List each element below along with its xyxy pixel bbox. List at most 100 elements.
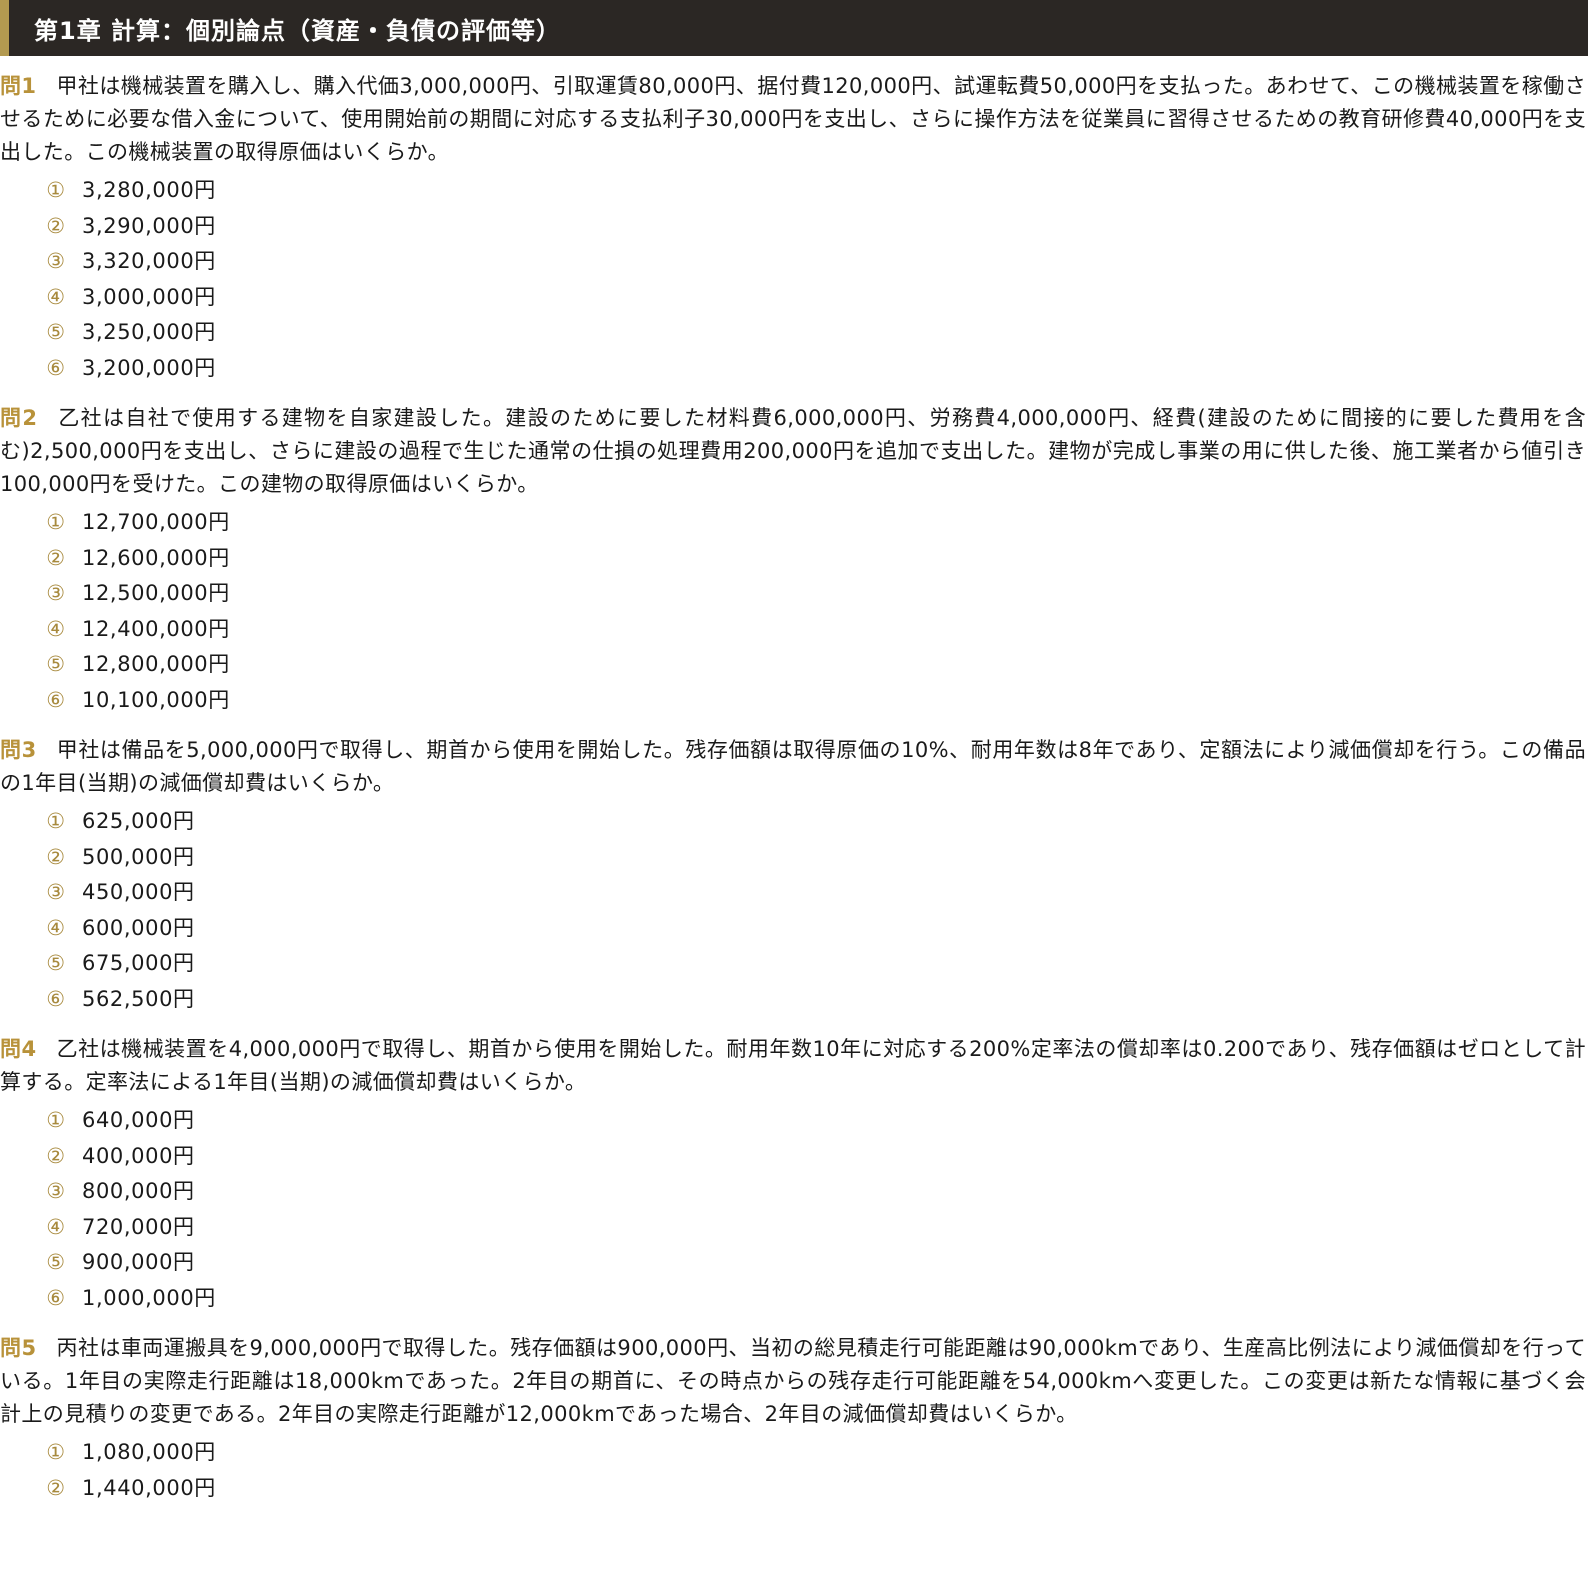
choice-item[interactable]: ③ 3,320,000円 bbox=[44, 244, 1588, 280]
choice-text: 1,440,000円 bbox=[82, 1475, 216, 1500]
choice-text: 3,290,000円 bbox=[82, 213, 216, 238]
choice-item[interactable]: ① 625,000円 bbox=[44, 804, 1588, 840]
choice-text: 3,000,000円 bbox=[82, 284, 216, 309]
choice-item[interactable]: ⑥ 3,200,000円 bbox=[44, 351, 1588, 387]
question-body: 乙社は機械装置を4,000,000円で取得し、期首から使用を開始した。耐用年数1… bbox=[0, 1037, 1586, 1094]
choice-number: ⑥ bbox=[46, 986, 66, 1011]
question-block: 問4 乙社は機械装置を4,000,000円で取得し、期首から使用を開始した。耐用年… bbox=[0, 1033, 1588, 1316]
choice-item[interactable]: ④ 3,000,000円 bbox=[44, 280, 1588, 316]
choice-item[interactable]: ② 500,000円 bbox=[44, 840, 1588, 876]
choice-item[interactable]: ③ 12,500,000円 bbox=[44, 576, 1588, 612]
question-block: 問1 甲社は機械装置を購入し、購入代価3,000,000円、引取運賃80,000円… bbox=[0, 70, 1588, 386]
choice-list: ① 1,080,000円 ② 1,440,000円 bbox=[0, 1435, 1588, 1506]
choice-list: ① 625,000円 ② 500,000円 ③ 450,000円 ④ 600,000円 ⑤ 675… bbox=[0, 804, 1588, 1017]
question-text: 問3 甲社は備品を5,000,000円で取得し、期首から使用を開始した。残存価額は… bbox=[0, 734, 1588, 800]
choice-text: 900,000円 bbox=[82, 1250, 195, 1274]
choice-text: 400,000円 bbox=[82, 1143, 195, 1168]
choice-item[interactable]: ③ 450,000円 bbox=[44, 875, 1588, 911]
choice-text: 1,080,000円 bbox=[82, 1440, 216, 1464]
choice-text: 3,200,000円 bbox=[82, 355, 216, 380]
choice-number: ④ bbox=[46, 284, 66, 309]
choice-number: ② bbox=[46, 213, 66, 238]
choice-list: ① 640,000円 ② 400,000円 ③ 800,000円 ④ 720,000円 ⑤ 900… bbox=[0, 1103, 1588, 1316]
choice-text: 10,100,000円 bbox=[82, 687, 230, 712]
choice-text: 500,000円 bbox=[82, 844, 195, 869]
choice-item[interactable]: ② 3,290,000円 bbox=[44, 209, 1588, 245]
question-block: 問5 丙社は車両運搬具を9,000,000円で取得した。残存価額は900,000円… bbox=[0, 1332, 1588, 1506]
choice-number: ③ bbox=[46, 249, 66, 273]
choice-text: 3,250,000円 bbox=[82, 320, 216, 344]
choice-text: 625,000円 bbox=[82, 809, 195, 833]
question-label: 問2 bbox=[0, 406, 38, 430]
choice-item[interactable]: ② 1,440,000円 bbox=[44, 1471, 1588, 1507]
choice-item[interactable]: ⑤ 3,250,000円 bbox=[44, 315, 1588, 351]
choice-text: 640,000円 bbox=[82, 1108, 195, 1132]
choice-text: 12,700,000円 bbox=[82, 510, 230, 534]
choice-number: ⑤ bbox=[46, 1250, 66, 1274]
question-label: 問3 bbox=[0, 738, 37, 762]
choice-item[interactable]: ⑤ 900,000円 bbox=[44, 1245, 1588, 1281]
question-body: 甲社は機械装置を購入し、購入代価3,000,000円、引取運賃80,000円、据… bbox=[0, 74, 1586, 164]
question-list: 問1 甲社は機械装置を購入し、購入代価3,000,000円、引取運賃80,000円… bbox=[0, 56, 1588, 1506]
choice-text: 562,500円 bbox=[82, 986, 195, 1011]
choice-item[interactable]: ④ 600,000円 bbox=[44, 911, 1588, 947]
choice-text: 1,000,000円 bbox=[82, 1285, 216, 1310]
choice-text: 12,600,000円 bbox=[82, 545, 230, 570]
choice-number: ② bbox=[46, 844, 66, 869]
choice-number: ① bbox=[46, 1440, 66, 1464]
choice-text: 800,000円 bbox=[82, 1179, 195, 1203]
choice-text: 720,000円 bbox=[82, 1214, 195, 1239]
choice-number: ③ bbox=[46, 880, 66, 904]
choice-text: 675,000円 bbox=[82, 951, 195, 975]
choice-number: ⑤ bbox=[46, 652, 66, 676]
question-text: 問2 乙社は自社で使用する建物を自家建設した。建設のために要した材料費6,000,… bbox=[0, 402, 1588, 501]
choice-number: ① bbox=[46, 809, 66, 833]
chapter-title: 第1章 計算：個別論点（資産・負債の評価等） bbox=[34, 16, 562, 45]
choice-item[interactable]: ① 12,700,000円 bbox=[44, 505, 1588, 541]
choice-number: ③ bbox=[46, 1179, 66, 1203]
choice-number: ⑤ bbox=[46, 320, 66, 344]
question-text: 問4 乙社は機械装置を4,000,000円で取得し、期首から使用を開始した。耐用年… bbox=[0, 1033, 1588, 1099]
choice-number: ⑥ bbox=[46, 687, 66, 712]
choice-item[interactable]: ⑤ 675,000円 bbox=[44, 946, 1588, 982]
question-text: 問5 丙社は車両運搬具を9,000,000円で取得した。残存価額は900,000円… bbox=[0, 1332, 1588, 1431]
choice-text: 12,800,000円 bbox=[82, 652, 230, 676]
choice-number: ⑤ bbox=[46, 951, 66, 975]
question-label: 問4 bbox=[0, 1037, 37, 1061]
choice-item[interactable]: ① 640,000円 bbox=[44, 1103, 1588, 1139]
choice-number: ④ bbox=[46, 1214, 66, 1239]
choice-number: ① bbox=[46, 1108, 66, 1132]
question-block: 問3 甲社は備品を5,000,000円で取得し、期首から使用を開始した。残存価額は… bbox=[0, 734, 1588, 1017]
choice-item[interactable]: ⑥ 10,100,000円 bbox=[44, 683, 1588, 719]
choice-number: ② bbox=[46, 1143, 66, 1168]
choice-item[interactable]: ④ 12,400,000円 bbox=[44, 612, 1588, 648]
question-block: 問2 乙社は自社で使用する建物を自家建設した。建設のために要した材料費6,000,… bbox=[0, 402, 1588, 718]
choice-item[interactable]: ③ 800,000円 bbox=[44, 1174, 1588, 1210]
choice-text: 12,500,000円 bbox=[82, 581, 230, 605]
choice-text: 3,280,000円 bbox=[82, 178, 216, 202]
choice-list: ① 12,700,000円 ② 12,600,000円 ③ 12,500,000円 ④ 12,… bbox=[0, 505, 1588, 718]
choice-item[interactable]: ④ 720,000円 bbox=[44, 1210, 1588, 1246]
choice-item[interactable]: ② 400,000円 bbox=[44, 1139, 1588, 1175]
question-text: 問1 甲社は機械装置を購入し、購入代価3,000,000円、引取運賃80,000円… bbox=[0, 70, 1588, 169]
choice-number: ⑥ bbox=[46, 355, 66, 380]
choice-text: 12,400,000円 bbox=[82, 616, 230, 641]
choice-list: ① 3,280,000円 ② 3,290,000円 ③ 3,320,000円 ④ 3,000,… bbox=[0, 173, 1588, 386]
chapter-header: 第1章 計算：個別論点（資産・負債の評価等） bbox=[0, 0, 1588, 56]
question-body: 甲社は備品を5,000,000円で取得し、期首から使用を開始した。残存価額は取得… bbox=[0, 738, 1586, 795]
choice-item[interactable]: ⑥ 562,500円 bbox=[44, 982, 1588, 1018]
question-body: 乙社は自社で使用する建物を自家建設した。建設のために要した材料費6,000,00… bbox=[0, 406, 1586, 496]
choice-item[interactable]: ① 3,280,000円 bbox=[44, 173, 1588, 209]
choice-text: 600,000円 bbox=[82, 915, 195, 940]
choice-item[interactable]: ① 1,080,000円 bbox=[44, 1435, 1588, 1471]
choice-number: ④ bbox=[46, 616, 66, 641]
choice-number: ⑥ bbox=[46, 1285, 66, 1310]
choice-text: 450,000円 bbox=[82, 880, 195, 904]
question-label: 問5 bbox=[0, 1336, 37, 1360]
choice-item[interactable]: ② 12,600,000円 bbox=[44, 541, 1588, 577]
choice-item[interactable]: ⑤ 12,800,000円 bbox=[44, 647, 1588, 683]
choice-item[interactable]: ⑥ 1,000,000円 bbox=[44, 1281, 1588, 1317]
choice-number: ④ bbox=[46, 915, 66, 940]
choice-number: ② bbox=[46, 545, 66, 570]
choice-text: 3,320,000円 bbox=[82, 249, 216, 273]
